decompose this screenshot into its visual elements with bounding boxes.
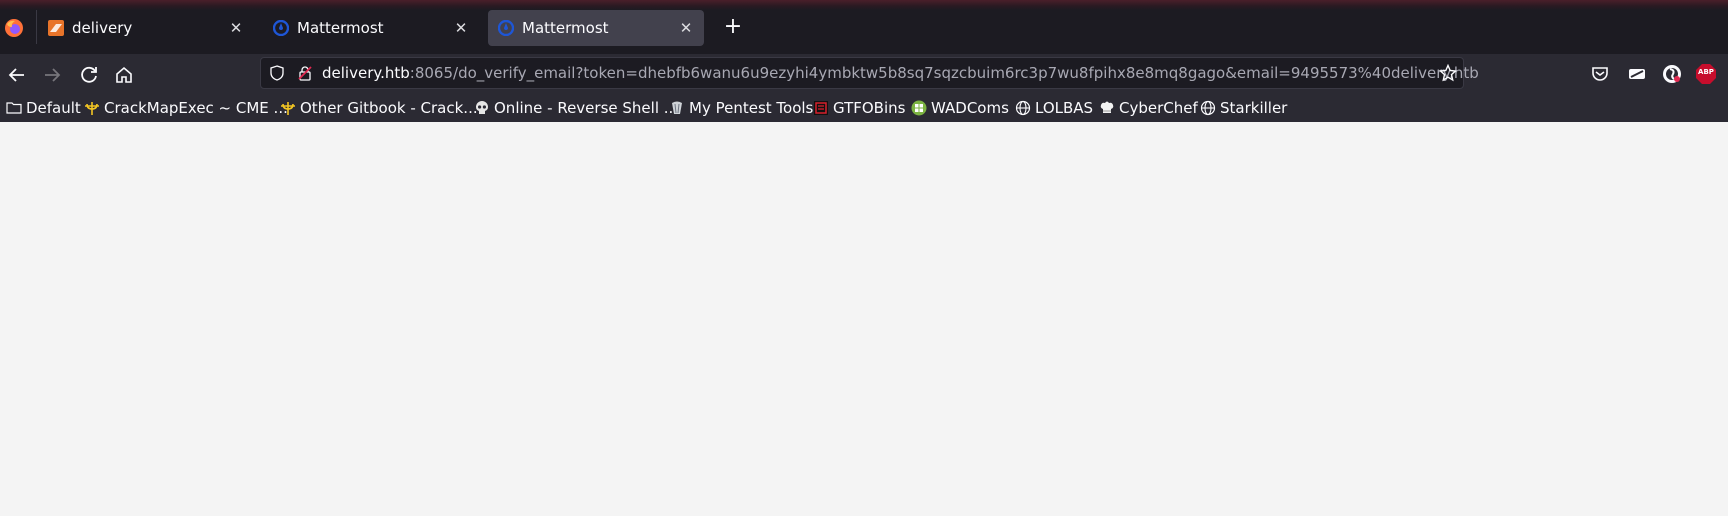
- bookmark-default[interactable]: Default: [6, 97, 81, 119]
- tracking-shield-icon[interactable]: [269, 65, 285, 81]
- back-icon[interactable]: [5, 63, 29, 87]
- bookmark-label: GTFOBins: [833, 99, 906, 117]
- forward-icon[interactable]: [40, 63, 64, 87]
- bookmark-star-icon[interactable]: [1439, 64, 1457, 82]
- folder-icon: [6, 102, 22, 114]
- bookmark-label: Online - Reverse Shell ...: [494, 99, 679, 117]
- extension-icon[interactable]: [1626, 63, 1648, 85]
- adblock-icon[interactable]: ABP: [1695, 63, 1717, 85]
- mattermost-favicon-icon: [273, 20, 289, 36]
- url-text[interactable]: delivery.htb:8065/do_verify_email?token=…: [322, 64, 1479, 82]
- account-icon[interactable]: [1661, 63, 1683, 85]
- trident-icon: [85, 102, 99, 115]
- tab-title: Mattermost: [297, 19, 384, 37]
- home-icon[interactable]: [112, 63, 136, 87]
- bookmark-other-gitbook[interactable]: Other Gitbook - Crack...: [280, 97, 478, 119]
- address-bar[interactable]: delivery.htb:8065/do_verify_email?token=…: [260, 57, 1479, 89]
- tab-mattermost[interactable]: Mattermost ✕: [263, 10, 479, 46]
- tab-close-icon[interactable]: ✕: [678, 20, 694, 36]
- bookmark-lolbas[interactable]: LOLBAS: [1015, 97, 1093, 119]
- firefox-menu-icon[interactable]: [4, 18, 24, 38]
- navigation-toolbar: delivery.htb:8065/do_verify_email?token=…: [0, 54, 1728, 96]
- pocket-icon[interactable]: [1589, 63, 1611, 85]
- insecure-lock-icon[interactable]: [297, 65, 313, 81]
- bookmark-gtfobins[interactable]: GTFOBins: [813, 97, 905, 119]
- wadcoms-icon: [911, 100, 927, 116]
- gtfobins-icon: [814, 101, 828, 115]
- bookmark-label: Starkiller: [1220, 99, 1288, 117]
- globe-icon: [1200, 100, 1216, 116]
- tab-title: delivery: [72, 19, 133, 37]
- reload-icon[interactable]: [77, 63, 101, 87]
- tab-delivery[interactable]: delivery ✕: [38, 10, 254, 46]
- bookmark-cyberchef[interactable]: CyberChef: [1099, 97, 1198, 119]
- bookmark-label: My Pentest Tools: [689, 99, 814, 117]
- delivery-favicon-icon: [48, 20, 64, 36]
- chef-icon: [1100, 101, 1114, 113]
- bookmark-crackmapexec[interactable]: CrackMapExec ~ CME ...: [84, 97, 288, 119]
- bookmark-label: CrackMapExec ~ CME ...: [104, 99, 288, 117]
- bookmark-my-pentest-tools[interactable]: My Pentest Tools: [669, 97, 813, 119]
- bookmark-label: WADComs: [931, 99, 1009, 117]
- globe-icon: [1015, 100, 1031, 116]
- bookmark-label: LOLBAS: [1035, 99, 1094, 117]
- bookmark-wadcoms[interactable]: WADComs: [911, 97, 1009, 119]
- tab-separator: [36, 10, 37, 44]
- bookmark-reverse-shell[interactable]: Online - Reverse Shell ...: [474, 97, 678, 119]
- mattermost-favicon-icon: [498, 20, 514, 36]
- tab-strip: delivery ✕ Mattermost ✕ Mattermost ✕ +: [0, 0, 1728, 54]
- tab-close-icon[interactable]: ✕: [453, 20, 469, 36]
- tab-mattermost-active[interactable]: Mattermost ✕: [488, 10, 704, 46]
- browser-chrome: delivery ✕ Mattermost ✕ Mattermost ✕ + d…: [0, 0, 1728, 122]
- tab-title: Mattermost: [522, 19, 609, 37]
- tab-close-icon[interactable]: ✕: [228, 20, 244, 36]
- page-content: [0, 122, 1728, 516]
- bookmark-label: CyberChef: [1119, 99, 1198, 117]
- url-path: :8065/do_verify_email?token=dhebfb6wanu6…: [409, 64, 1479, 82]
- skull-icon: [476, 101, 488, 114]
- bookmarks-toolbar: Default CrackMapExec ~ CME ... Other Git…: [0, 96, 1728, 122]
- bookmark-label: Other Gitbook - Crack...: [300, 99, 478, 117]
- bookmark-starkiller[interactable]: Starkiller: [1200, 97, 1287, 119]
- new-tab-button[interactable]: +: [720, 15, 746, 41]
- bookmark-label: Default: [26, 99, 81, 117]
- adblock-label: ABP: [1698, 68, 1714, 76]
- trident-icon: [281, 102, 295, 115]
- shell-icon: [672, 101, 682, 114]
- url-host: delivery.htb: [322, 64, 410, 82]
